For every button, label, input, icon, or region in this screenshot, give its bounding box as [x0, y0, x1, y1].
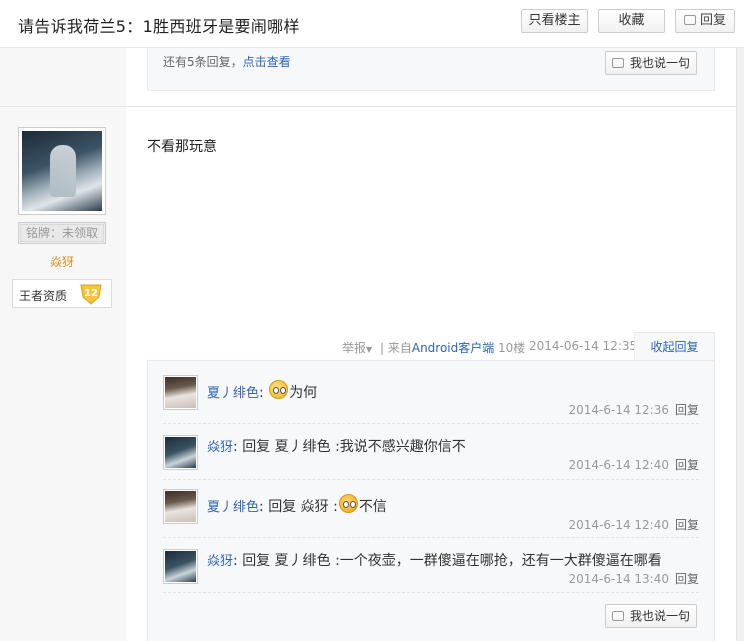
reply-user[interactable]: 焱犽 — [207, 440, 233, 455]
more-replies-count: 还有5条回复， — [163, 55, 243, 69]
reply-content-tail: 不信 — [358, 499, 387, 515]
nameplate-label: 铭牌：未领取 — [20, 224, 104, 242]
scrollbar[interactable] — [736, 48, 744, 641]
more-replies-text: 还有5条回复，点击查看 — [163, 53, 291, 70]
reply-user[interactable]: 夏丿绯色 — [207, 386, 259, 401]
author-name[interactable]: 焱犽 — [18, 253, 106, 270]
say-something-label: 我也说一句 — [629, 56, 690, 70]
floor-number: 10楼 — [498, 341, 526, 355]
only-op-button[interactable]: 只看楼主 — [521, 9, 588, 33]
avatar-image — [22, 131, 102, 211]
level-number: 12 — [84, 288, 98, 299]
view-more-link[interactable]: 点击查看 — [243, 55, 291, 69]
reply-content: 回复 焱犽 : — [268, 499, 338, 515]
reply-content: 为何 — [289, 385, 318, 401]
say-something-button[interactable]: 我也说一句 — [605, 604, 697, 628]
rank-box[interactable]: 王者资质 12 — [12, 279, 112, 308]
post-divider — [0, 106, 736, 107]
reply-time: 2014-6-14 12:36 — [568, 403, 669, 417]
reply-meta: 2014-6-14 12:36 回复 — [568, 401, 699, 418]
reply-time: 2014-6-14 13:40 — [568, 572, 669, 586]
nameplate-badge[interactable]: 铭牌：未领取 — [18, 222, 106, 244]
source-link[interactable]: Android客户端 — [412, 341, 494, 355]
collapse-replies-button[interactable]: 收起回复 — [634, 332, 715, 361]
reply-text: 夏丿绯色: 回复 焱犽 : 不信 — [207, 494, 387, 516]
thread-header: 请告诉我荷兰5：1胜西班牙是要闹哪样 只看楼主 收藏 回复 — [0, 0, 744, 48]
reply-time: 2014-6-14 12:40 — [568, 458, 669, 472]
say-something-button[interactable]: 我也说一句 — [605, 51, 697, 75]
thread-title: 请告诉我荷兰5：1胜西班牙是要闹哪样 — [18, 17, 300, 36]
report-label: 举报 — [342, 341, 367, 355]
reply-time: 2014-6-14 12:40 — [568, 518, 669, 532]
reply-link[interactable]: 回复 — [675, 572, 699, 586]
reply-text: 焱犽: 回复 夏丿绯色 :我说不感兴趣你信不 — [207, 439, 466, 455]
comment-icon — [611, 58, 624, 68]
reply-meta: 2014-6-14 12:40 回复 — [568, 456, 699, 473]
cry-emoji-icon — [338, 494, 358, 513]
dropdown-arrow-icon: ▼ — [366, 345, 373, 354]
comment-icon — [683, 15, 696, 25]
avatar[interactable] — [163, 435, 198, 470]
avatar[interactable] — [163, 549, 198, 584]
reply-content: 回复 夏丿绯色 :一个夜壶，一群傻逼在哪抢，还有一大群傻逼在哪看 — [242, 553, 662, 569]
reply-text: 夏丿绯色: 为何 — [207, 380, 317, 402]
reply-divider — [163, 479, 699, 480]
post-content: 不看那玩意 — [147, 139, 217, 155]
reply-meta: 2014-6-14 13:40 回复 — [568, 570, 699, 587]
reply-text: 焱犽: 回复 夏丿绯色 :一个夜壶，一群傻逼在哪抢，还有一大群傻逼在哪看 — [207, 553, 662, 569]
reply-divider — [163, 592, 699, 593]
reply-user[interactable]: 夏丿绯色 — [207, 500, 259, 515]
reply-divider — [163, 537, 699, 538]
reply-meta: 2014-6-14 12:40 回复 — [568, 516, 699, 533]
reply-content: 回复 夏丿绯色 :我说不感兴趣你信不 — [242, 439, 466, 455]
smile-emoji-icon — [269, 380, 289, 399]
reply-link[interactable]: 回复 — [675, 458, 699, 472]
post-time: 2014-06-14 12:35 — [529, 339, 638, 353]
avatar[interactable] — [163, 375, 198, 410]
say-something-label: 我也说一句 — [629, 609, 690, 623]
post-source: | 来自Android客户端 — [380, 339, 494, 356]
author-avatar[interactable] — [18, 127, 106, 215]
reply-link[interactable]: 回复 — [675, 518, 699, 532]
avatar[interactable] — [163, 489, 198, 524]
reply-link[interactable]: 回复 — [675, 403, 699, 417]
rank-title: 王者资质 — [19, 289, 68, 303]
favorite-button[interactable]: 收藏 — [598, 9, 665, 33]
comment-icon — [611, 611, 624, 621]
reply-button[interactable]: 回复 — [675, 9, 735, 33]
report-link[interactable]: 举报▼ — [342, 339, 372, 356]
level-badge-icon: 12 — [80, 284, 102, 305]
reply-user[interactable]: 焱犽 — [207, 554, 233, 569]
reply-button-label: 回复 — [699, 13, 726, 28]
source-prefix: | 来自 — [380, 341, 412, 355]
reply-divider — [163, 423, 699, 424]
